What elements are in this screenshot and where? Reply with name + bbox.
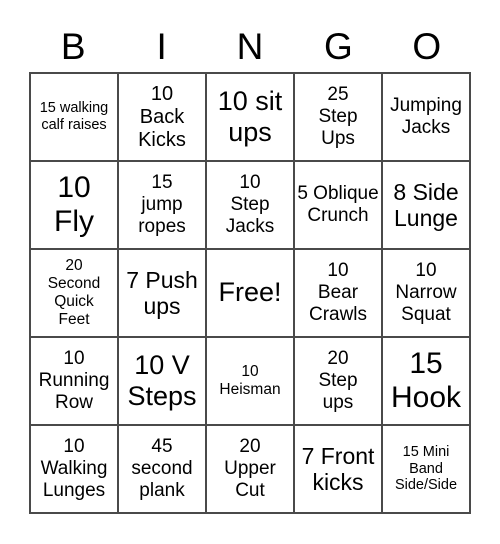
bingo-cell-o2[interactable]: 8 Side Lunge [382,161,470,249]
bingo-header: B I N G O [29,22,471,72]
header-letter-o: O [412,26,442,67]
bingo-cell-b1[interactable]: 15 walking calf raises [30,73,118,161]
bingo-cell-g3[interactable]: 10 Bear Crawls [294,249,382,337]
bingo-cell-g1[interactable]: 25 Step Ups [294,73,382,161]
cell-text: 10 V Steps [127,349,197,411]
cell-text: 15 Hook [390,346,462,415]
cell-text: 10 Narrow Squat [395,260,457,325]
bingo-cell-n5[interactable]: 20 Upper Cut [206,425,294,513]
bingo-cell-g5[interactable]: 7 Front kicks [294,425,382,513]
bingo-cell-n3-free[interactable]: Free! [206,249,294,337]
bingo-cell-b3[interactable]: 20 Second Quick Feet [30,249,118,337]
cell-text: 15 jump ropes [138,172,186,237]
bingo-cell-i5[interactable]: 45 second plank [118,425,206,513]
cell-text: 7 Push ups [126,266,198,319]
header-letter-n: N [236,26,264,67]
free-space-text: Free! [218,277,282,308]
cell-text: 10 Bear Crawls [308,260,368,325]
bingo-card-grid: 15 walking calf raises 10 Back Kicks 10 … [29,72,471,514]
cell-text: 10 sit ups [217,85,283,147]
header-letter-g: G [323,26,353,67]
cell-text: 5 Oblique Crunch [297,183,379,226]
bingo-cell-b4[interactable]: 10 Running Row [30,337,118,425]
bingo-cell-n2[interactable]: 10 Step Jacks [206,161,294,249]
cell-text: 10 Heisman [219,363,281,398]
cell-text: 25 Step Ups [318,84,358,149]
bingo-cell-i1[interactable]: 10 Back Kicks [118,73,206,161]
cell-text: 10 Walking Lunges [40,436,108,501]
cell-text: 7 Front kicks [301,442,375,495]
bingo-cell-b2[interactable]: 10 Fly [30,161,118,249]
bingo-cell-b5[interactable]: 10 Walking Lunges [30,425,118,513]
cell-text: 20 Step ups [318,348,358,413]
bingo-cell-g4[interactable]: 20 Step ups [294,337,382,425]
cell-text: 15 walking calf raises [39,100,109,133]
bingo-cell-n4[interactable]: 10 Heisman [206,337,294,425]
cell-text: 45 second plank [131,436,193,501]
bingo-cell-i4[interactable]: 10 V Steps [118,337,206,425]
cell-text: 10 Step Jacks [225,172,275,237]
header-letter-b: B [60,26,86,67]
cell-text: 20 Upper Cut [224,436,276,501]
bingo-cell-o5[interactable]: 15 Mini Band Side/Side [382,425,470,513]
bingo-cell-i3[interactable]: 7 Push ups [118,249,206,337]
cell-text: 8 Side Lunge [393,178,459,231]
bingo-cell-g2[interactable]: 5 Oblique Crunch [294,161,382,249]
cell-text: 15 Mini Band Side/Side [394,443,458,494]
bingo-cell-o3[interactable]: 10 Narrow Squat [382,249,470,337]
bingo-cell-i2[interactable]: 15 jump ropes [118,161,206,249]
cell-text: 10 Running Row [38,348,110,413]
cell-text: 20 Second Quick Feet [47,257,101,328]
cell-text: 10 Back Kicks [138,82,186,151]
bingo-cell-o4[interactable]: 15 Hook [382,337,470,425]
bingo-cell-n1[interactable]: 10 sit ups [206,73,294,161]
header-letter-i: I [156,26,167,67]
cell-text: Jumping Jacks [390,95,462,138]
cell-text: 10 Fly [54,170,94,239]
bingo-cell-o1[interactable]: Jumping Jacks [382,73,470,161]
